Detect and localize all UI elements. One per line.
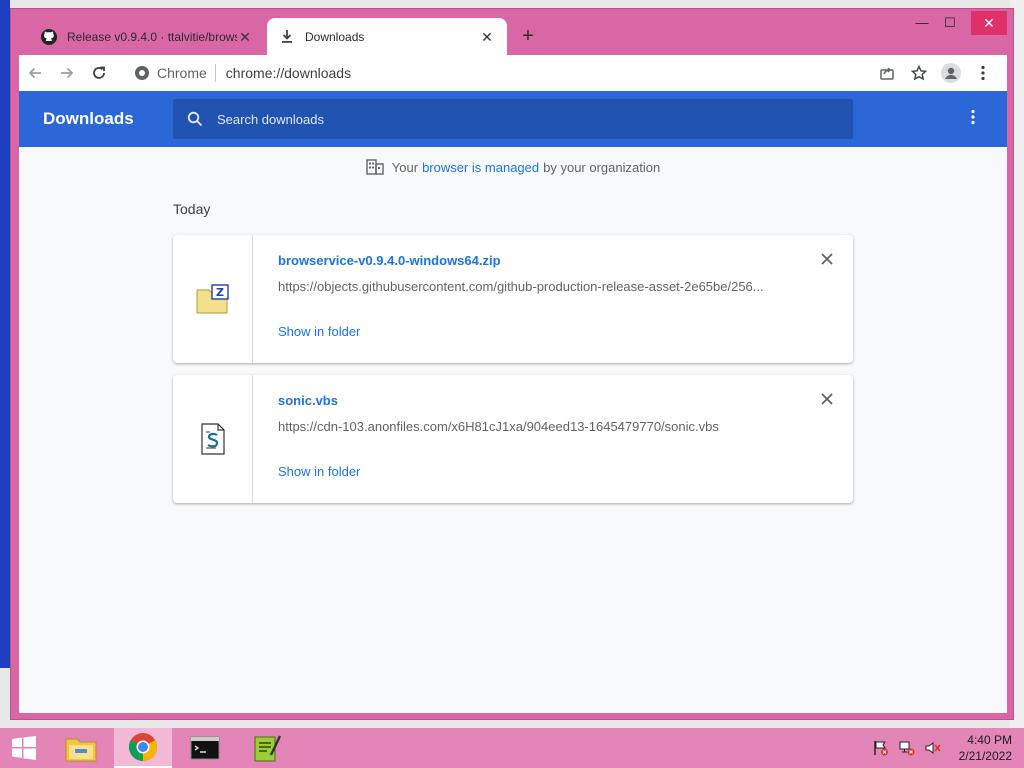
back-button[interactable] — [19, 57, 51, 89]
desktop-background-strip — [0, 0, 10, 668]
title-bar: Release v0.9.4.0 · ttalvitie/browse ✕ Do… — [11, 9, 1013, 55]
zip-file-icon: Z — [196, 284, 229, 314]
managed-suffix: by your organization — [543, 159, 661, 175]
share-button[interactable] — [871, 57, 903, 89]
tab-downloads[interactable]: Downloads ✕ — [267, 18, 507, 55]
remove-download-button[interactable] — [817, 251, 837, 271]
date-section-heading: Today — [173, 201, 211, 217]
download-item: Z browservice-v0.9.4.0-windows64.zip htt… — [173, 235, 853, 363]
download-item: sonic.vbs https://cdn-103.anonfiles.com/… — [173, 375, 853, 503]
chrome-logo-icon — [135, 66, 149, 80]
new-tab-button[interactable]: + — [517, 25, 539, 47]
close-icon — [821, 253, 833, 265]
site-info-chip[interactable]: Chrome — [135, 64, 216, 82]
taskbar-file-explorer[interactable] — [52, 728, 110, 768]
notepad-plus-plus-icon — [254, 735, 281, 762]
managed-prefix: Your — [391, 159, 419, 175]
maximize-button[interactable]: ☐ — [935, 11, 965, 35]
reload-button[interactable] — [83, 57, 115, 89]
taskbar: 4:40 PM 2/21/2022 — [0, 728, 1024, 768]
taskbar-command-prompt[interactable] — [176, 728, 234, 768]
file-icon-column — [173, 375, 253, 503]
show-in-folder-link[interactable]: Show in folder — [278, 464, 360, 479]
managed-notice: Your browser is managed by your organiza… — [19, 159, 1007, 175]
profile-button[interactable] — [935, 57, 967, 89]
start-button[interactable] — [0, 728, 48, 768]
star-icon — [911, 65, 927, 81]
minimize-button[interactable]: — — [907, 11, 937, 35]
download-url[interactable]: https://objects.githubusercontent.com/gi… — [278, 279, 778, 294]
search-box[interactable] — [173, 99, 853, 139]
taskbar-notepad-plus-plus[interactable] — [238, 728, 296, 768]
github-icon — [41, 28, 57, 45]
building-icon — [366, 159, 384, 175]
more-vertical-icon — [971, 109, 975, 125]
site-label: Chrome — [157, 65, 207, 81]
avatar-icon — [941, 63, 961, 83]
script-file-icon — [200, 423, 225, 455]
arrow-left-icon — [28, 67, 41, 79]
tab-close-icon[interactable]: ✕ — [237, 29, 253, 45]
close-icon — [821, 393, 833, 405]
managed-link[interactable]: browser is managed — [422, 160, 539, 175]
browser-toolbar: Chrome chrome://downloads — [19, 55, 1007, 91]
clock-date: 2/21/2022 — [958, 749, 1012, 763]
chrome-window: Release v0.9.4.0 · ttalvitie/browse ✕ Do… — [10, 8, 1014, 720]
download-filename-link[interactable]: browservice-v0.9.4.0-windows64.zip — [278, 253, 501, 268]
download-icon — [279, 29, 295, 45]
action-center-flag-icon[interactable] — [869, 736, 893, 760]
more-vertical-icon — [981, 65, 985, 81]
command-prompt-icon — [190, 736, 220, 760]
tab-github-release[interactable]: Release v0.9.4.0 · ttalvitie/browse ✕ — [29, 18, 265, 55]
downloads-header: Downloads — [19, 91, 1007, 147]
search-icon — [173, 111, 217, 127]
arrow-right-icon — [61, 67, 74, 79]
taskbar-chrome[interactable] — [114, 728, 172, 768]
search-input[interactable] — [217, 111, 817, 127]
toolbar-actions — [871, 57, 999, 89]
file-explorer-icon — [65, 738, 97, 762]
forward-button[interactable] — [51, 57, 83, 89]
volume-muted-icon[interactable] — [921, 736, 945, 760]
chrome-menu-button[interactable] — [967, 57, 999, 89]
reload-icon — [93, 66, 105, 79]
page-title: Downloads — [43, 109, 134, 128]
download-filename-link[interactable]: sonic.vbs — [278, 393, 338, 408]
downloads-page: Downloads Your browser is managed by you… — [19, 91, 1007, 713]
tab-title: Release v0.9.4.0 · ttalvitie/browse — [67, 29, 237, 44]
clock-time: 4:40 PM — [967, 733, 1012, 747]
download-url[interactable]: https://cdn-103.anonfiles.com/x6H81cJ1xa… — [278, 419, 778, 434]
system-tray: 4:40 PM 2/21/2022 — [867, 728, 1012, 768]
chrome-icon — [129, 733, 157, 761]
network-icon[interactable] — [895, 736, 919, 760]
show-in-folder-link[interactable]: Show in folder — [278, 324, 360, 339]
file-icon-column: Z — [173, 235, 253, 363]
share-icon — [880, 67, 894, 80]
start-icon — [12, 736, 36, 760]
close-window-button[interactable]: ✕ — [971, 11, 1007, 35]
tab-title: Downloads — [305, 29, 365, 44]
system-clock[interactable]: 4:40 PM 2/21/2022 — [959, 732, 1012, 764]
address-bar[interactable]: Chrome chrome://downloads — [135, 59, 885, 87]
svg-text:Z: Z — [216, 286, 224, 299]
downloads-menu-button[interactable] — [963, 109, 983, 129]
tab-close-icon[interactable]: ✕ — [479, 29, 495, 45]
remove-download-button[interactable] — [817, 391, 837, 411]
bookmark-button[interactable] — [903, 57, 935, 89]
url-text[interactable]: chrome://downloads — [226, 65, 351, 81]
